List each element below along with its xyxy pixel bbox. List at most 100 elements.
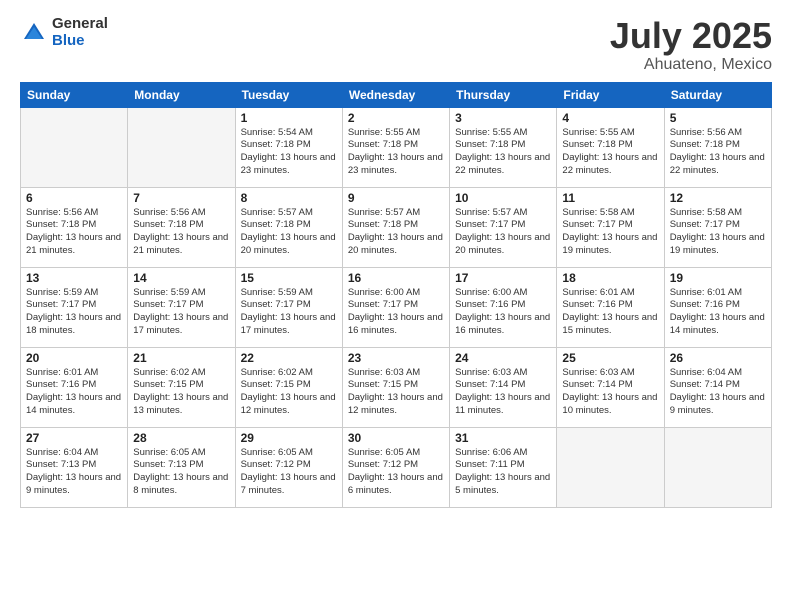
day-info: Sunrise: 5:59 AM Sunset: 7:17 PM Dayligh… bbox=[241, 287, 337, 338]
day-info: Sunrise: 6:04 AM Sunset: 7:14 PM Dayligh… bbox=[670, 367, 766, 418]
day-number: 29 bbox=[241, 431, 337, 445]
cell-2-1: 14Sunrise: 5:59 AM Sunset: 7:17 PM Dayli… bbox=[128, 267, 235, 347]
day-info: Sunrise: 6:03 AM Sunset: 7:15 PM Dayligh… bbox=[348, 367, 444, 418]
day-info: Sunrise: 6:05 AM Sunset: 7:12 PM Dayligh… bbox=[348, 447, 444, 498]
cell-4-4: 31 Sunrise: 6:06 AM Sunset: 7:11 PM Dayli… bbox=[450, 427, 557, 507]
day-info: Sunrise: 5:55 AM Sunset: 7:18 PM Dayligh… bbox=[455, 127, 551, 178]
week-row-1: 6 Sunrise: 5:56 AM Sunset: 7:18 PM Daylig… bbox=[21, 187, 772, 267]
cell-1-1: 7 Sunrise: 5:56 AM Sunset: 7:18 PM Daylig… bbox=[128, 187, 235, 267]
day-info: Sunrise: 6:02 AM Sunset: 7:15 PM Dayligh… bbox=[133, 367, 229, 418]
day-number: 20 bbox=[26, 351, 122, 365]
cell-2-2: 15 Sunrise: 5:59 AM Sunset: 7:17 PM Dayli… bbox=[235, 267, 342, 347]
day-number: 8 bbox=[241, 191, 337, 205]
day-number: 5 bbox=[670, 111, 766, 125]
day-number: 17 bbox=[455, 271, 551, 285]
cell-4-1: 28Sunrise: 6:05 AM Sunset: 7:13 PM Dayli… bbox=[128, 427, 235, 507]
cell-1-3: 9 Sunrise: 5:57 AM Sunset: 7:18 PM Daylig… bbox=[342, 187, 449, 267]
cell-1-6: 12 Sunrise: 5:58 AM Sunset: 7:17 PM Dayli… bbox=[664, 187, 771, 267]
day-info: Sunrise: 6:06 AM Sunset: 7:11 PM Dayligh… bbox=[455, 447, 551, 498]
cell-2-4: 17 Sunrise: 6:00 AM Sunset: 7:16 PM Dayli… bbox=[450, 267, 557, 347]
day-number: 31 bbox=[455, 431, 551, 445]
cell-2-0: 13Sunrise: 5:59 AM Sunset: 7:17 PM Dayli… bbox=[21, 267, 128, 347]
cell-2-5: 18 Sunrise: 6:01 AM Sunset: 7:16 PM Dayli… bbox=[557, 267, 664, 347]
cell-0-3: 2 Sunrise: 5:55 AM Sunset: 7:18 PM Daylig… bbox=[342, 107, 449, 187]
cell-0-5: 4Sunrise: 5:55 AM Sunset: 7:18 PM Daylig… bbox=[557, 107, 664, 187]
day-number: 7 bbox=[133, 191, 229, 205]
header: General Blue July 2025 Ahuateno, Mexico bbox=[20, 16, 772, 74]
header-saturday: Saturday bbox=[664, 82, 771, 107]
day-info: Sunrise: 6:01 AM Sunset: 7:16 PM Dayligh… bbox=[670, 287, 766, 338]
day-number: 2 bbox=[348, 111, 444, 125]
day-number: 26 bbox=[670, 351, 766, 365]
day-info: Sunrise: 6:00 AM Sunset: 7:17 PM Dayligh… bbox=[348, 287, 444, 338]
day-info: Sunrise: 5:56 AM Sunset: 7:18 PM Dayligh… bbox=[670, 127, 766, 178]
cell-4-6 bbox=[664, 427, 771, 507]
day-info: Sunrise: 5:56 AM Sunset: 7:18 PM Dayligh… bbox=[133, 207, 229, 258]
day-number: 6 bbox=[26, 191, 122, 205]
day-number: 15 bbox=[241, 271, 337, 285]
cell-1-5: 11 Sunrise: 5:58 AM Sunset: 7:17 PM Dayli… bbox=[557, 187, 664, 267]
day-info: Sunrise: 6:05 AM Sunset: 7:12 PM Dayligh… bbox=[241, 447, 337, 498]
day-info: Sunrise: 5:57 AM Sunset: 7:18 PM Dayligh… bbox=[241, 207, 337, 258]
week-row-0: 1 Sunrise: 5:54 AM Sunset: 7:18 PM Daylig… bbox=[21, 107, 772, 187]
day-info: Sunrise: 6:01 AM Sunset: 7:16 PM Dayligh… bbox=[26, 367, 122, 418]
cell-3-0: 20 Sunrise: 6:01 AM Sunset: 7:16 PM Dayli… bbox=[21, 347, 128, 427]
day-info: Sunrise: 5:57 AM Sunset: 7:18 PM Dayligh… bbox=[348, 207, 444, 258]
day-number: 13 bbox=[26, 271, 122, 285]
day-info: Sunrise: 6:01 AM Sunset: 7:16 PM Dayligh… bbox=[562, 287, 658, 338]
logo: General Blue bbox=[20, 16, 108, 49]
day-info: Sunrise: 5:57 AM Sunset: 7:17 PM Dayligh… bbox=[455, 207, 551, 258]
day-number: 3 bbox=[455, 111, 551, 125]
title-block: July 2025 Ahuateno, Mexico bbox=[610, 16, 772, 74]
day-info: Sunrise: 5:54 AM Sunset: 7:18 PM Dayligh… bbox=[241, 127, 337, 178]
cell-1-0: 6 Sunrise: 5:56 AM Sunset: 7:18 PM Daylig… bbox=[21, 187, 128, 267]
header-wednesday: Wednesday bbox=[342, 82, 449, 107]
cell-0-2: 1 Sunrise: 5:54 AM Sunset: 7:18 PM Daylig… bbox=[235, 107, 342, 187]
day-info: Sunrise: 5:55 AM Sunset: 7:18 PM Dayligh… bbox=[562, 127, 658, 178]
week-row-3: 20 Sunrise: 6:01 AM Sunset: 7:16 PM Dayli… bbox=[21, 347, 772, 427]
day-info: Sunrise: 6:03 AM Sunset: 7:14 PM Dayligh… bbox=[455, 367, 551, 418]
cell-0-6: 5 Sunrise: 5:56 AM Sunset: 7:18 PM Daylig… bbox=[664, 107, 771, 187]
cell-3-5: 25Sunrise: 6:03 AM Sunset: 7:14 PM Dayli… bbox=[557, 347, 664, 427]
day-number: 25 bbox=[562, 351, 658, 365]
calendar-table: Sunday Monday Tuesday Wednesday Thursday… bbox=[20, 82, 772, 508]
day-info: Sunrise: 6:00 AM Sunset: 7:16 PM Dayligh… bbox=[455, 287, 551, 338]
day-number: 18 bbox=[562, 271, 658, 285]
day-number: 12 bbox=[670, 191, 766, 205]
cell-2-3: 16 Sunrise: 6:00 AM Sunset: 7:17 PM Dayli… bbox=[342, 267, 449, 347]
day-number: 9 bbox=[348, 191, 444, 205]
day-number: 1 bbox=[241, 111, 337, 125]
cell-0-4: 3 Sunrise: 5:55 AM Sunset: 7:18 PM Daylig… bbox=[450, 107, 557, 187]
cell-4-2: 29 Sunrise: 6:05 AM Sunset: 7:12 PM Dayli… bbox=[235, 427, 342, 507]
header-friday: Friday bbox=[557, 82, 664, 107]
day-info: Sunrise: 5:55 AM Sunset: 7:18 PM Dayligh… bbox=[348, 127, 444, 178]
day-info: Sunrise: 5:58 AM Sunset: 7:17 PM Dayligh… bbox=[670, 207, 766, 258]
cell-0-1 bbox=[128, 107, 235, 187]
logo-blue: Blue bbox=[52, 33, 108, 50]
cell-4-5 bbox=[557, 427, 664, 507]
day-info: Sunrise: 5:58 AM Sunset: 7:17 PM Dayligh… bbox=[562, 207, 658, 258]
header-tuesday: Tuesday bbox=[235, 82, 342, 107]
day-number: 10 bbox=[455, 191, 551, 205]
day-info: Sunrise: 6:04 AM Sunset: 7:13 PM Dayligh… bbox=[26, 447, 122, 498]
header-row: Sunday Monday Tuesday Wednesday Thursday… bbox=[21, 82, 772, 107]
logo-icon bbox=[20, 19, 48, 47]
cell-3-4: 24 Sunrise: 6:03 AM Sunset: 7:14 PM Dayli… bbox=[450, 347, 557, 427]
day-number: 28 bbox=[133, 431, 229, 445]
logo-text: General Blue bbox=[52, 16, 108, 49]
cell-3-6: 26 Sunrise: 6:04 AM Sunset: 7:14 PM Dayli… bbox=[664, 347, 771, 427]
cell-2-6: 19Sunrise: 6:01 AM Sunset: 7:16 PM Dayli… bbox=[664, 267, 771, 347]
logo-general: General bbox=[52, 16, 108, 33]
day-number: 24 bbox=[455, 351, 551, 365]
calendar-title: July 2025 bbox=[610, 16, 772, 56]
day-number: 14 bbox=[133, 271, 229, 285]
day-number: 16 bbox=[348, 271, 444, 285]
day-number: 22 bbox=[241, 351, 337, 365]
day-number: 11 bbox=[562, 191, 658, 205]
cell-0-0 bbox=[21, 107, 128, 187]
day-info: Sunrise: 5:56 AM Sunset: 7:18 PM Dayligh… bbox=[26, 207, 122, 258]
calendar-header: Sunday Monday Tuesday Wednesday Thursday… bbox=[21, 82, 772, 107]
calendar-body: 1 Sunrise: 5:54 AM Sunset: 7:18 PM Daylig… bbox=[21, 107, 772, 507]
header-monday: Monday bbox=[128, 82, 235, 107]
week-row-2: 13 Sunrise: 5:59 AM Sunset: 7:17 PM Dayli… bbox=[21, 267, 772, 347]
